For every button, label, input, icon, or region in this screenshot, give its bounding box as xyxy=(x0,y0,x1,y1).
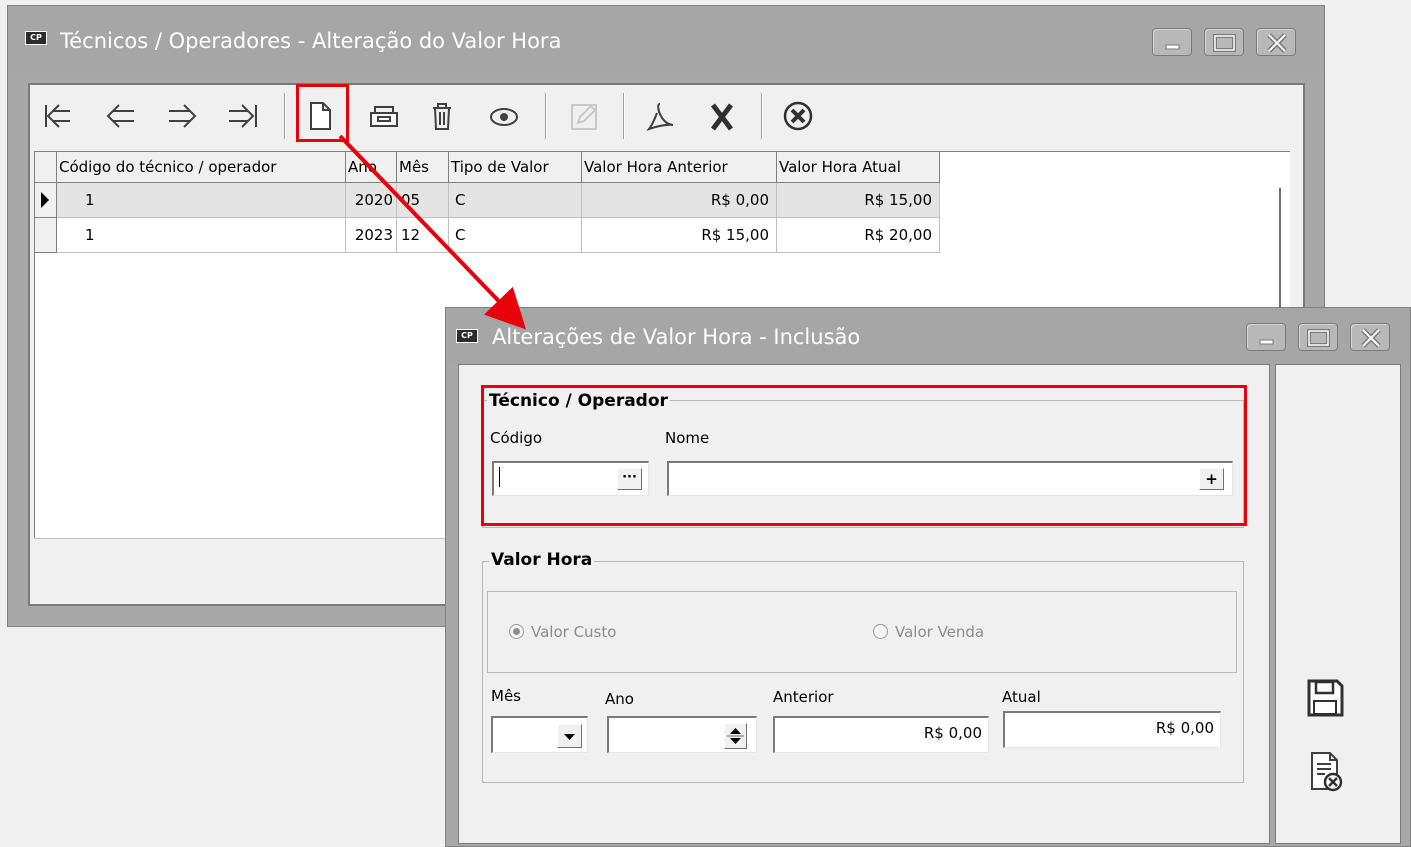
annotation-arrow xyxy=(338,134,527,330)
